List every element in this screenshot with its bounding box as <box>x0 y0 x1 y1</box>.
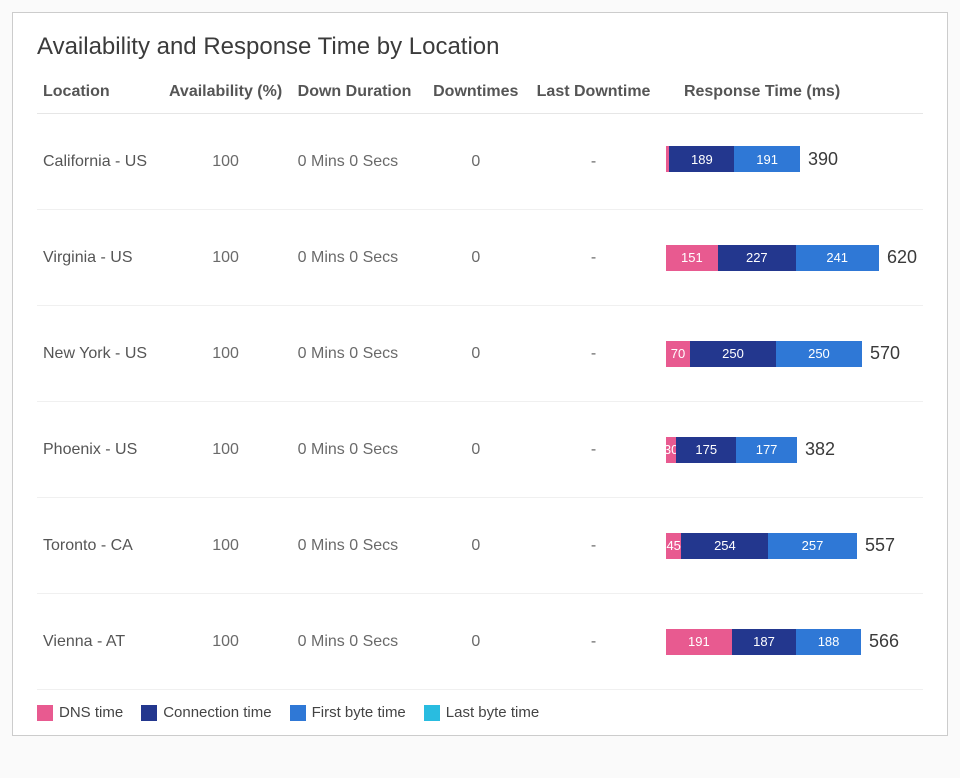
table-row: Toronto - CA1000 Mins 0 Secs0-45254257 55… <box>37 498 923 594</box>
cell-response-chart: 191187188 566 <box>660 594 923 690</box>
swatch-dns <box>37 705 53 721</box>
segment-conn: 254 <box>681 533 768 559</box>
legend-label-lb: Last byte time <box>446 704 539 721</box>
legend-label-fb: First byte time <box>312 704 406 721</box>
segment-dns: 45 <box>666 533 681 559</box>
segment-fb: 177 <box>736 437 797 463</box>
cell-last-downtime: - <box>527 306 660 402</box>
legend-label-dns: DNS time <box>59 704 123 721</box>
swatch-lb <box>424 705 440 721</box>
response-total: 570 <box>870 343 900 364</box>
legend-item-lb: Last byte time <box>424 704 539 721</box>
cell-availability: 100 <box>159 306 291 402</box>
segment-fb: 188 <box>796 629 861 655</box>
cell-response-chart: 189191 390 <box>660 114 923 210</box>
cell-response-chart: 70250250570 <box>660 306 923 402</box>
response-total: 390 <box>808 149 838 170</box>
page-title: Availability and Response Time by Locati… <box>37 33 923 61</box>
table-header-row: Location Availability (%) Down Duration … <box>37 79 923 114</box>
legend-item-conn: Connection time <box>141 704 271 721</box>
cell-location: New York - US <box>37 306 159 402</box>
cell-downtimes: 0 <box>424 306 527 402</box>
response-total: 557 <box>865 535 895 556</box>
segment-conn: 227 <box>718 245 796 271</box>
segment-dns: 70 <box>666 341 690 367</box>
response-bar: 191187188 <box>666 629 861 655</box>
cell-last-downtime: - <box>527 402 660 498</box>
col-availability: Availability (%) <box>159 79 291 114</box>
col-response-time: Response Time (ms) <box>660 79 923 114</box>
segment-dns: 191 <box>666 629 732 655</box>
table-row: California - US1000 Mins 0 Secs0-189191 3… <box>37 114 923 210</box>
swatch-fb <box>290 705 306 721</box>
cell-location: Phoenix - US <box>37 402 159 498</box>
table-row: Virginia - US1000 Mins 0 Secs0-151227241… <box>37 210 923 306</box>
segment-conn: 175 <box>676 437 736 463</box>
cell-down-duration: 0 Mins 0 Secs <box>292 210 425 306</box>
response-bar: 151227241 <box>666 245 879 271</box>
cell-response-chart: 30175177 382 <box>660 402 923 498</box>
cell-last-downtime: - <box>527 594 660 690</box>
cell-down-duration: 0 Mins 0 Secs <box>292 594 425 690</box>
cell-last-downtime: - <box>527 210 660 306</box>
cell-response-chart: 151227241 620 <box>660 210 923 306</box>
cell-availability: 100 <box>159 498 291 594</box>
response-total: 566 <box>869 631 899 652</box>
response-bar: 70250250 <box>666 341 862 367</box>
report-card: Availability and Response Time by Locati… <box>12 12 948 736</box>
location-table: Location Availability (%) Down Duration … <box>37 79 923 690</box>
table-row: New York - US1000 Mins 0 Secs0-702502505… <box>37 306 923 402</box>
cell-last-downtime: - <box>527 114 660 210</box>
cell-availability: 100 <box>159 114 291 210</box>
segment-fb: 191 <box>734 146 800 172</box>
response-total: 620 <box>887 247 917 268</box>
response-total: 382 <box>805 439 835 460</box>
table-row: Vienna - AT1000 Mins 0 Secs0-191187188 56… <box>37 594 923 690</box>
table-row: Phoenix - US1000 Mins 0 Secs0-30175177 38… <box>37 402 923 498</box>
col-location: Location <box>37 79 159 114</box>
cell-downtimes: 0 <box>424 402 527 498</box>
cell-down-duration: 0 Mins 0 Secs <box>292 498 425 594</box>
segment-fb: 257 <box>768 533 856 559</box>
segment-fb: 250 <box>776 341 862 367</box>
cell-location: Virginia - US <box>37 210 159 306</box>
segment-conn: 189 <box>669 146 734 172</box>
segment-dns: 30 <box>666 437 676 463</box>
legend-label-conn: Connection time <box>163 704 271 721</box>
cell-last-downtime: - <box>527 498 660 594</box>
response-bar: 189191 <box>666 146 800 172</box>
cell-downtimes: 0 <box>424 114 527 210</box>
cell-downtimes: 0 <box>424 498 527 594</box>
swatch-conn <box>141 705 157 721</box>
cell-down-duration: 0 Mins 0 Secs <box>292 114 425 210</box>
response-bar: 45254257 <box>666 533 857 559</box>
cell-down-duration: 0 Mins 0 Secs <box>292 402 425 498</box>
cell-down-duration: 0 Mins 0 Secs <box>292 306 425 402</box>
segment-fb: 241 <box>796 245 879 271</box>
cell-location: Vienna - AT <box>37 594 159 690</box>
legend: DNS time Connection time First byte time… <box>37 704 923 721</box>
col-last-downtime: Last Downtime <box>527 79 660 114</box>
segment-conn: 187 <box>732 629 796 655</box>
cell-availability: 100 <box>159 594 291 690</box>
segment-dns: 151 <box>666 245 718 271</box>
cell-availability: 100 <box>159 402 291 498</box>
cell-availability: 100 <box>159 210 291 306</box>
col-downtimes: Downtimes <box>424 79 527 114</box>
cell-response-chart: 45254257 557 <box>660 498 923 594</box>
cell-downtimes: 0 <box>424 594 527 690</box>
segment-conn: 250 <box>690 341 776 367</box>
legend-item-fb: First byte time <box>290 704 406 721</box>
legend-item-dns: DNS time <box>37 704 123 721</box>
cell-location: Toronto - CA <box>37 498 159 594</box>
cell-downtimes: 0 <box>424 210 527 306</box>
col-down-duration: Down Duration <box>292 79 425 114</box>
cell-location: California - US <box>37 114 159 210</box>
response-bar: 30175177 <box>666 437 797 463</box>
